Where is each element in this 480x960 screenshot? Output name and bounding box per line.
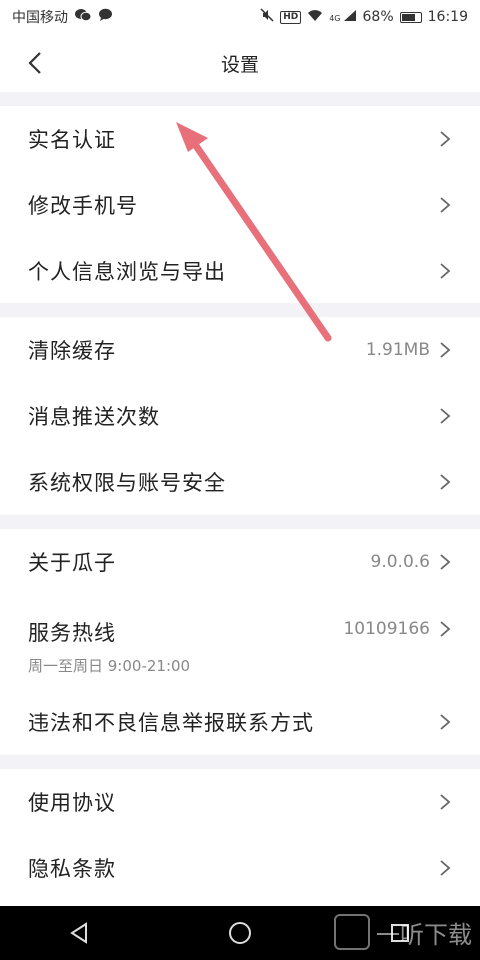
watermark: 一听下载 — [334, 914, 472, 950]
chevron-right-icon — [440, 794, 451, 810]
wifi-icon — [307, 9, 323, 26]
settings-item-personal-info[interactable]: 个人信息浏览与导出 — [0, 238, 480, 303]
settings-item-privacy[interactable]: 隐私条款 — [0, 835, 480, 901]
settings-item-about[interactable]: 关于瓜子 9.0.0.6 — [0, 529, 480, 595]
hotline-hours: 周一至周日 9:00-21:00 — [28, 657, 191, 675]
settings-item-label: 个人信息浏览与导出 — [28, 259, 226, 284]
wechat-icon — [74, 8, 92, 26]
watermark-logo-icon — [334, 914, 370, 950]
cache-size-value: 1.91MB — [365, 340, 430, 360]
nav-home-button[interactable] — [220, 913, 260, 953]
chevron-right-icon — [440, 131, 451, 147]
mute-icon — [260, 8, 274, 26]
settings-item-label: 实名认证 — [28, 128, 116, 152]
chevron-right-icon — [440, 474, 451, 490]
settings-item-label: 系统权限与账号安全 — [28, 471, 226, 495]
settings-item-label: 服务热线 — [28, 621, 116, 645]
chevron-right-icon — [440, 408, 451, 424]
settings-item-label: 关于瓜子 — [28, 551, 116, 575]
settings-item-label: 隐私条款 — [28, 857, 116, 881]
network-type: 4G — [329, 14, 341, 23]
carrier-label: 中国移动 — [12, 10, 68, 26]
back-button[interactable] — [22, 48, 52, 78]
settings-item-label: 消息推送次数 — [28, 405, 160, 429]
settings-item-label: 修改手机号 — [28, 194, 138, 218]
section-divider — [0, 92, 480, 106]
settings-item-label: 违法和不良信息举报联系方式 — [28, 711, 314, 735]
status-bar: 中国移动 HD 4G 68% 16:19 — [0, 0, 480, 34]
page-title: 设置 — [220, 53, 259, 76]
signal-icon — [343, 9, 357, 26]
settings-item-change-phone[interactable]: 修改手机号 — [0, 172, 480, 238]
chevron-left-icon — [28, 52, 41, 74]
chevron-right-icon — [440, 197, 451, 213]
hd-badge: HD — [280, 10, 302, 24]
message-icon — [98, 8, 113, 26]
settings-item-real-name[interactable]: 实名认证 — [0, 106, 480, 172]
hotline-number: 10109166 — [343, 619, 430, 639]
clock: 16:19 — [427, 9, 468, 25]
status-right: HD 4G 68% 16:19 — [260, 8, 468, 26]
chevron-right-icon — [440, 262, 451, 279]
triangle-back-icon — [70, 922, 87, 944]
settings-item-agreement[interactable]: 使用协议 — [0, 769, 480, 835]
settings-item-hotline[interactable]: 服务热线 周一至周日 9:00-21:00 10109166 — [0, 595, 480, 689]
chevron-right-icon — [440, 714, 451, 730]
section-divider — [0, 515, 480, 529]
chevron-right-icon — [440, 860, 451, 876]
chevron-right-icon — [440, 621, 451, 637]
status-left: 中国移动 — [12, 7, 113, 27]
settings-item-report[interactable]: 违法和不良信息举报联系方式 — [0, 689, 480, 755]
battery-percent: 68% — [362, 9, 394, 25]
settings-item-clear-cache[interactable]: 清除缓存 1.91MB — [0, 317, 480, 383]
section-divider — [0, 755, 480, 769]
settings-item-push-count[interactable]: 消息推送次数 — [0, 383, 480, 449]
section-divider — [0, 303, 480, 317]
settings-item-label: 清除缓存 — [28, 339, 116, 363]
settings-item-label: 使用协议 — [28, 791, 116, 815]
watermark-text: 一听下载 — [376, 920, 472, 949]
chevron-right-icon — [440, 554, 451, 570]
battery-fill — [401, 13, 416, 21]
nav-back-button[interactable] — [60, 913, 100, 953]
circle-home-icon — [229, 922, 251, 944]
chevron-right-icon — [440, 342, 451, 358]
version-value: 9.0.0.6 — [370, 552, 430, 572]
battery-icon — [399, 11, 422, 23]
header: 设置 — [0, 34, 480, 92]
settings-item-permissions[interactable]: 系统权限与账号安全 — [0, 449, 480, 515]
